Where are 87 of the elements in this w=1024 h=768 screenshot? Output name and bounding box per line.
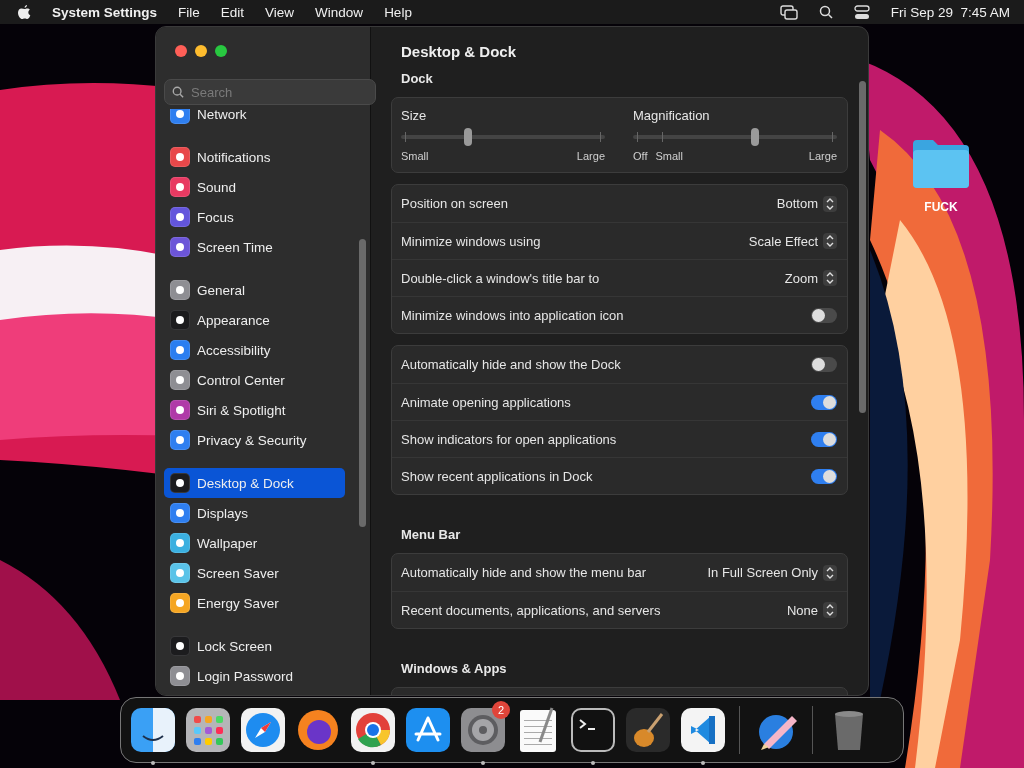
sidebar-item[interactable]: General xyxy=(164,275,345,305)
slider-label: Size xyxy=(401,108,428,123)
setting-label: Show indicators for open applications xyxy=(401,431,617,447)
sidebar-item[interactable]: Wallpaper xyxy=(164,528,345,558)
toggle-switch[interactable] xyxy=(811,394,837,410)
stepper-icon xyxy=(823,602,837,618)
sidebar-item[interactable]: Screen Saver xyxy=(164,558,345,588)
stepper-icon xyxy=(823,564,837,581)
popup-button[interactable]: In Full Screen Only xyxy=(707,564,837,581)
compass-icon[interactable] xyxy=(239,706,287,754)
setting-label: Automatically hide and show the menu bar xyxy=(401,565,646,580)
clock[interactable]: Fri Sep 29 7:45 AM xyxy=(890,4,1010,20)
popup-button[interactable]: Bottom xyxy=(776,195,837,212)
sidebar-item[interactable]: Network xyxy=(164,109,345,129)
setting-label: Animate opening applications xyxy=(401,394,571,410)
menu-item[interactable]: View xyxy=(265,4,295,20)
sidebar-item[interactable]: Notifications xyxy=(164,142,345,172)
apple-logo-icon[interactable] xyxy=(18,4,31,20)
slider-mark-label: Small xyxy=(401,150,429,162)
toggle-switch[interactable] xyxy=(811,307,837,323)
section-title: Dock xyxy=(400,70,434,88)
popup-button[interactable]: Zoom xyxy=(784,270,837,286)
menu-item[interactable]: File xyxy=(178,4,200,20)
sidebar-item[interactable]: Appearance xyxy=(164,305,345,335)
slider-track[interactable] xyxy=(401,128,605,146)
window-title: Desktop & Dock xyxy=(400,42,518,60)
search-icon xyxy=(172,86,184,98)
guitar-icon[interactable] xyxy=(624,706,672,754)
app-menu[interactable]: System Settings xyxy=(52,4,158,20)
sidebar-item[interactable]: Displays xyxy=(164,498,345,528)
slider-mark-label: Small xyxy=(655,150,683,162)
slider-mark-label: Large xyxy=(808,150,837,162)
windows-icon[interactable] xyxy=(779,4,798,20)
setting-label: Recent documents, applications, and servers xyxy=(401,602,661,618)
menu-item[interactable]: Window xyxy=(315,4,364,20)
sidebar-item[interactable]: Desktop & Dock xyxy=(164,468,345,498)
sidebar-item[interactable]: Focus xyxy=(164,202,345,232)
search-field[interactable]: Search xyxy=(164,79,376,105)
sidebar-item[interactable]: Login Password xyxy=(164,661,345,691)
folder-icon[interactable] xyxy=(911,138,971,188)
notification-badge: 2 xyxy=(492,701,510,719)
sidebar-item[interactable]: Accessibility xyxy=(164,335,345,365)
slider-label: Magnification xyxy=(633,108,711,123)
setting-label: Minimize windows into application icon xyxy=(401,307,624,323)
app-grid-icon[interactable] xyxy=(184,706,232,754)
sidebar-item[interactable]: Screen Time xyxy=(164,232,345,262)
stepper-icon xyxy=(823,195,837,212)
setting-label: Position on screen xyxy=(401,196,508,211)
sidebar-item[interactable]: Privacy & Security xyxy=(164,425,345,455)
setting-label: Double-click a window's title bar to xyxy=(401,270,600,286)
minimize-button[interactable] xyxy=(195,45,207,57)
menu-item[interactable]: Help xyxy=(384,4,412,20)
toggle-switch[interactable] xyxy=(811,468,837,484)
stepper-icon xyxy=(823,233,837,249)
slider-track[interactable] xyxy=(633,128,837,146)
smiling-face-app-icon[interactable] xyxy=(129,706,177,754)
slider-mark-label: Off xyxy=(633,150,648,162)
sidebar-item[interactable]: Sound xyxy=(164,172,345,202)
search-icon[interactable] xyxy=(818,5,833,19)
sidebar-item[interactable]: Siri & Spotlight xyxy=(164,395,345,425)
popup-button[interactable]: None xyxy=(786,602,837,618)
terminal-icon[interactable] xyxy=(569,706,617,754)
gear-icon[interactable] xyxy=(459,706,507,754)
setting-label: Show recent applications in Dock xyxy=(401,468,593,484)
popup-button[interactable]: Scale Effect xyxy=(748,233,837,249)
app-store-icon[interactable] xyxy=(404,706,452,754)
scrollbar[interactable] xyxy=(859,81,866,413)
control-center-icon[interactable] xyxy=(853,4,870,20)
sidebar-item[interactable]: Control Center xyxy=(164,365,345,395)
setting-label: Minimize windows using xyxy=(401,233,541,249)
setting-label: Automatically hide and show the Dock xyxy=(401,357,621,372)
section-title: Menu Bar xyxy=(400,526,462,544)
stepper-icon xyxy=(823,270,837,286)
round-browser-icon[interactable] xyxy=(349,706,397,754)
sidebar-item[interactable]: Energy Saver xyxy=(164,588,345,618)
toggle-switch[interactable] xyxy=(811,357,837,372)
scrollbar[interactable] xyxy=(359,239,366,527)
toggle-switch[interactable] xyxy=(811,431,837,447)
slider-thumb[interactable] xyxy=(463,128,472,146)
sidebar-item[interactable]: Lock Screen xyxy=(164,631,345,661)
menu-item[interactable]: Edit xyxy=(220,4,245,20)
zoom-button[interactable] xyxy=(215,45,227,57)
slider-thumb[interactable] xyxy=(750,128,759,146)
section-title: Windows & Apps xyxy=(400,660,508,678)
slider-mark-label: Large xyxy=(576,150,605,162)
close-button[interactable] xyxy=(175,45,187,57)
code-editor-icon[interactable] xyxy=(679,706,727,754)
